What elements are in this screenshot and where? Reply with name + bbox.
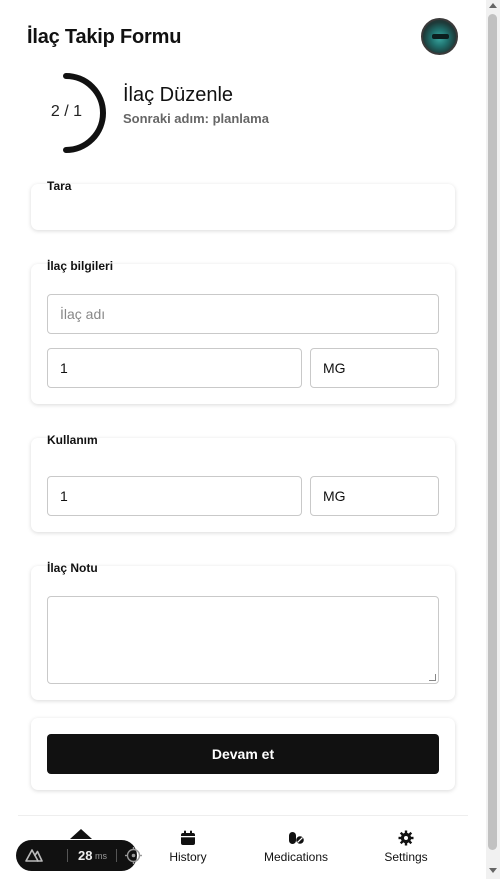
nav-item-settings[interactable]: Settings (376, 830, 436, 864)
progress-text: 2 / 1 (50, 103, 83, 120)
perf-divider (116, 849, 117, 862)
perf-toolbar[interactable]: 28 ms (16, 840, 142, 871)
perf-ms-unit: ms (95, 851, 107, 861)
nav-item-history[interactable]: History (158, 830, 218, 864)
usage-section-label: Kullanım (47, 433, 98, 447)
note-textarea[interactable] (47, 596, 439, 684)
step-subtitle: Sonraki adım: planlama (123, 111, 269, 126)
dose-unit-select[interactable]: MG (310, 348, 439, 388)
dose-input[interactable]: 1 (47, 348, 302, 388)
perf-ms-value: 28 (78, 848, 93, 863)
medication-name-input[interactable]: İlaç adı (47, 294, 439, 334)
resize-handle[interactable] (429, 674, 436, 681)
nav-label-medications: Medications (263, 850, 329, 864)
usage-amount-input[interactable]: 1 (47, 476, 302, 516)
nav-label-settings: Settings (384, 850, 428, 864)
avatar[interactable] (421, 18, 458, 55)
info-section-label: İlaç bilgileri (47, 259, 114, 273)
gear-icon (398, 830, 414, 846)
scrollbar-thumb[interactable] (488, 14, 497, 850)
nuxt-logo-icon (25, 849, 43, 862)
scan-section-label: Tara (47, 179, 72, 193)
perf-divider (67, 849, 68, 862)
app-title: İlaç Takip Formu (27, 26, 182, 48)
scroll-up-arrow-icon[interactable] (489, 3, 497, 8)
continue-button[interactable]: Devam et (47, 734, 439, 774)
nav-label-history: History (169, 850, 207, 864)
calendar-icon (181, 830, 195, 845)
scroll-down-arrow-icon[interactable] (489, 868, 497, 873)
app-header: İlaç Takip Formu (0, 0, 486, 70)
pills-icon (289, 832, 304, 844)
step-progress: 2 / 1 (40, 70, 112, 156)
nav-item-medications[interactable]: Medications (261, 830, 331, 864)
home-icon[interactable] (70, 829, 92, 839)
step-title: İlaç Düzenle (123, 84, 234, 106)
usage-unit-select[interactable]: MG (310, 476, 439, 516)
note-section-label: İlaç Notu (47, 561, 98, 575)
inspect-target-icon[interactable] (125, 847, 142, 864)
scan-card (31, 184, 455, 230)
